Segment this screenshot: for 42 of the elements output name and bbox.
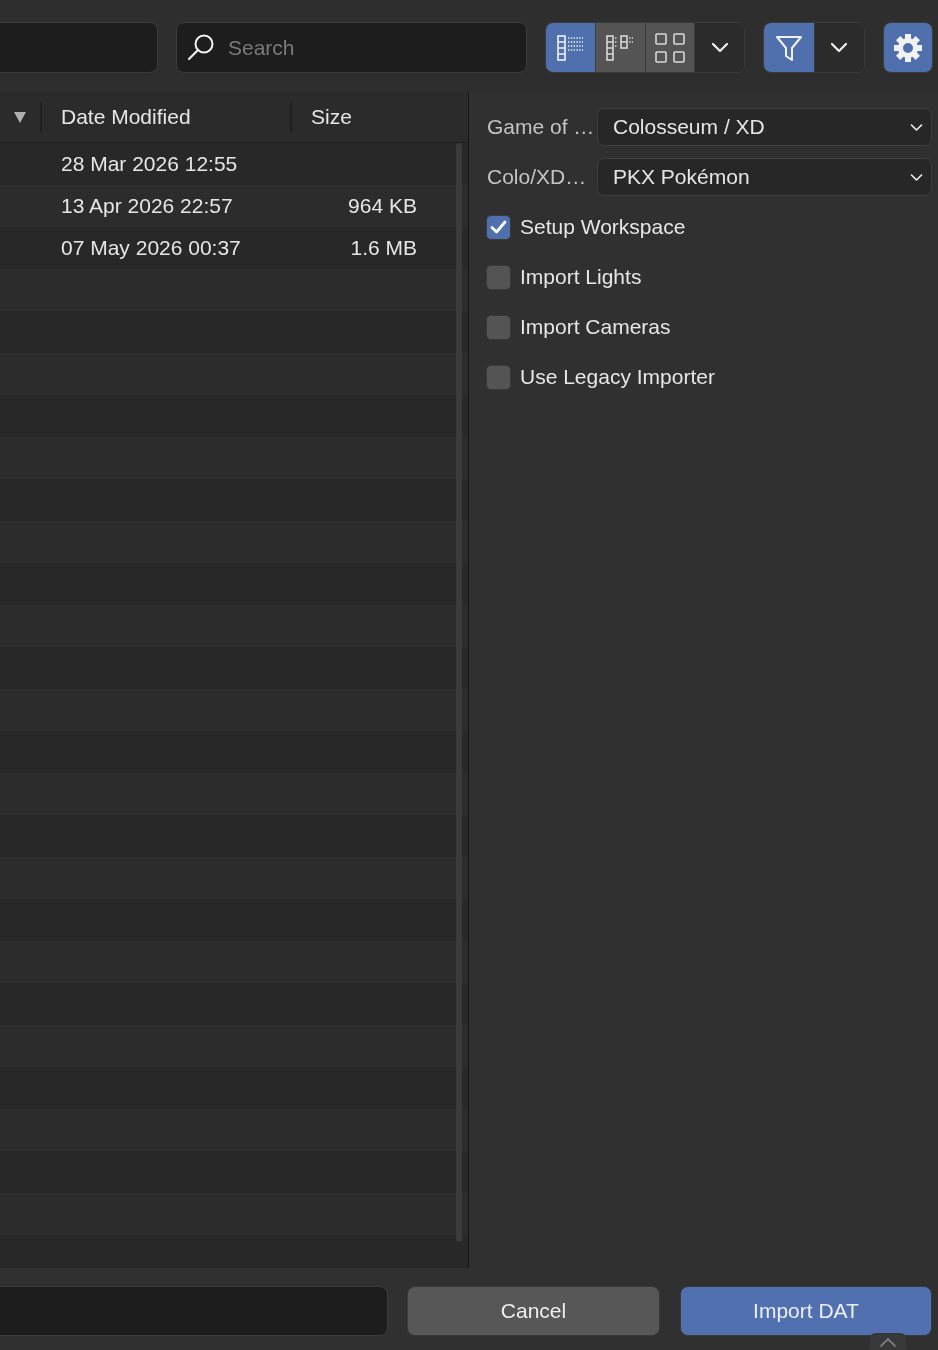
checkbox[interactable] <box>486 214 511 240</box>
checkbox[interactable] <box>486 264 511 290</box>
columns-view-icon <box>606 34 635 61</box>
filename-field[interactable] <box>0 1286 388 1336</box>
list-view-icon <box>557 34 584 61</box>
sort-arrow-icon[interactable] <box>14 111 26 123</box>
funnel-icon <box>774 33 803 62</box>
dropdown[interactable]: PKX Pokémon <box>597 158 932 196</box>
chevron-down-icon <box>910 122 923 132</box>
checkbox-label[interactable]: Import Cameras <box>520 315 671 339</box>
settings-icon <box>894 33 922 62</box>
field-label: Game of … <box>486 115 596 139</box>
search-icon <box>187 33 215 61</box>
chevron-down-icon <box>910 172 923 182</box>
checkbox-label[interactable]: Import Lights <box>520 265 642 289</box>
chevron-up-icon[interactable] <box>870 1333 906 1350</box>
column-header[interactable]: Date Modified <box>40 102 290 132</box>
confirm-button[interactable]: Import DAT <box>680 1286 932 1336</box>
view-mode-button[interactable] <box>645 23 696 72</box>
dropdown[interactable]: Colosseum / XD <box>597 108 932 146</box>
checkbox-label[interactable]: Setup Workspace <box>520 215 686 239</box>
date-cell-text: 28 Mar 2026 12:55 <box>60 152 239 176</box>
search-field[interactable]: Search <box>176 22 527 73</box>
chevron-down-icon <box>830 42 849 53</box>
view-mode-button[interactable] <box>595 23 646 72</box>
path-field[interactable] <box>0 22 158 73</box>
checkmark-icon <box>490 220 507 234</box>
scrollbar[interactable] <box>456 143 462 1242</box>
size-cell-text: 964 KB <box>347 194 417 218</box>
date-cell-text: 07 May 2026 00:37 <box>60 236 242 260</box>
checkbox[interactable] <box>486 364 511 390</box>
checkbox[interactable] <box>486 314 511 340</box>
thumbnails-view-icon <box>654 32 685 63</box>
field-label: Colo/XD… <box>486 165 588 189</box>
chevron-down-icon <box>710 42 729 53</box>
settings-button[interactable] <box>883 22 933 73</box>
date-cell-text: 13 Apr 2026 22:57 <box>60 194 234 218</box>
cancel-button[interactable]: Cancel <box>407 1286 660 1336</box>
view-mode-button[interactable] <box>546 23 596 72</box>
size-cell-text: 1.6 MB <box>349 236 417 260</box>
checkbox-label[interactable]: Use Legacy Importer <box>520 365 715 389</box>
filter-button[interactable] <box>764 23 815 72</box>
